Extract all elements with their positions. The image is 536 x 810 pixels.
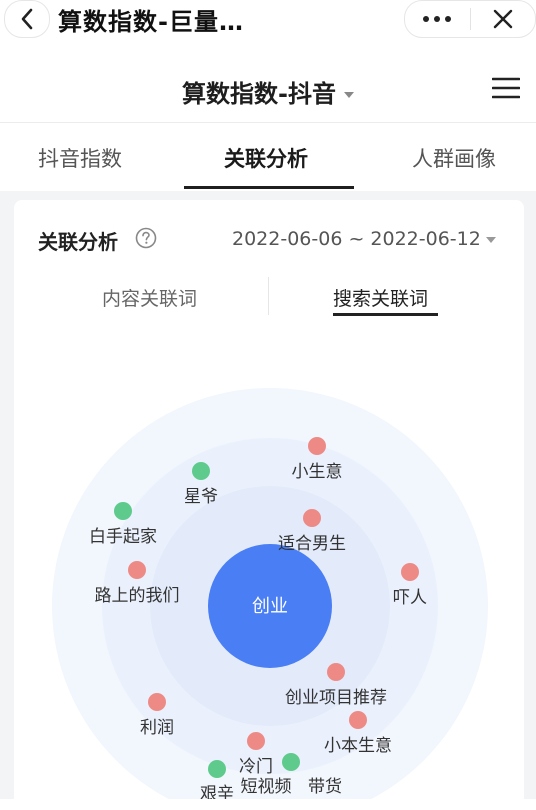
subtab-search-keywords[interactable]: 搜索关联词 (333, 284, 428, 311)
keyword-dot[interactable] (128, 561, 146, 579)
keyword-label[interactable]: 吓人 (393, 588, 427, 608)
keyword-label[interactable]: 小本生意 (324, 736, 392, 756)
chevron-down-icon (486, 237, 496, 243)
keyword-label[interactable]: 短视频 (241, 777, 292, 797)
keyword-label[interactable]: 白手起家 (89, 527, 157, 547)
keyword-label[interactable]: 适合男生 (278, 534, 346, 554)
window-topbar: 算数指数-巨量… (0, 0, 536, 38)
keyword-dot[interactable] (327, 663, 345, 681)
page-title: 算数指数-抖音 (182, 80, 336, 108)
keyword-dot[interactable] (308, 437, 326, 455)
keyword-label[interactable]: 利润 (140, 718, 174, 738)
window-title: 算数指数-巨量… (58, 8, 244, 36)
more-dots-icon (423, 16, 452, 22)
platform-selector[interactable]: 算数指数-抖音 (0, 74, 536, 109)
keyword-label[interactable]: 创业项目推荐 (285, 688, 387, 708)
close-button[interactable] (471, 1, 536, 37)
active-tab-indicator (184, 186, 354, 189)
keyword-dot[interactable] (148, 693, 166, 711)
keyword-label[interactable]: 艰辛 (200, 784, 234, 799)
section-title: 关联分析 (38, 230, 118, 254)
center-keyword-label: 创业 (252, 596, 288, 617)
question-circle-icon[interactable] (135, 227, 157, 249)
keyword-label[interactable]: 带货 (308, 777, 342, 797)
keyword-dot[interactable] (208, 760, 226, 778)
active-subtab-indicator (333, 313, 438, 316)
subtab-content-keywords[interactable]: 内容关联词 (102, 284, 197, 311)
keyword-label[interactable]: 小生意 (292, 462, 343, 482)
keyword-dot[interactable] (401, 563, 419, 581)
date-range-selector[interactable]: 2022-06-06 ~ 2022-06-12 (232, 228, 481, 250)
chevron-left-icon (21, 8, 33, 30)
main-tabs: 抖音指数 关联分析 人群画像 (0, 122, 536, 192)
tab-douyin-index[interactable]: 抖音指数 (38, 143, 122, 173)
subtab-divider (268, 277, 269, 315)
analysis-card (14, 200, 524, 810)
hamburger-menu-icon[interactable] (492, 76, 520, 100)
keyword-dot[interactable] (247, 732, 265, 750)
keyword-dot[interactable] (282, 753, 300, 771)
keyword-label[interactable]: 星爷 (184, 487, 218, 507)
keyword-dot[interactable] (192, 462, 210, 480)
keyword-dot[interactable] (303, 509, 321, 527)
back-button[interactable] (4, 0, 50, 38)
mini-program-capsule (404, 0, 536, 38)
keyword-label[interactable]: 路上的我们 (95, 586, 180, 606)
chevron-down-icon (343, 92, 354, 98)
more-button[interactable] (405, 1, 470, 37)
tab-correlation-analysis[interactable]: 关联分析 (224, 143, 308, 173)
close-icon (493, 9, 512, 29)
keyword-dot[interactable] (349, 711, 367, 729)
tab-audience-profile[interactable]: 人群画像 (412, 143, 496, 173)
app-header: 算数指数-抖音 (0, 60, 536, 120)
keyword-dot[interactable] (114, 502, 132, 520)
keyword-label[interactable]: 冷门 (239, 757, 273, 777)
